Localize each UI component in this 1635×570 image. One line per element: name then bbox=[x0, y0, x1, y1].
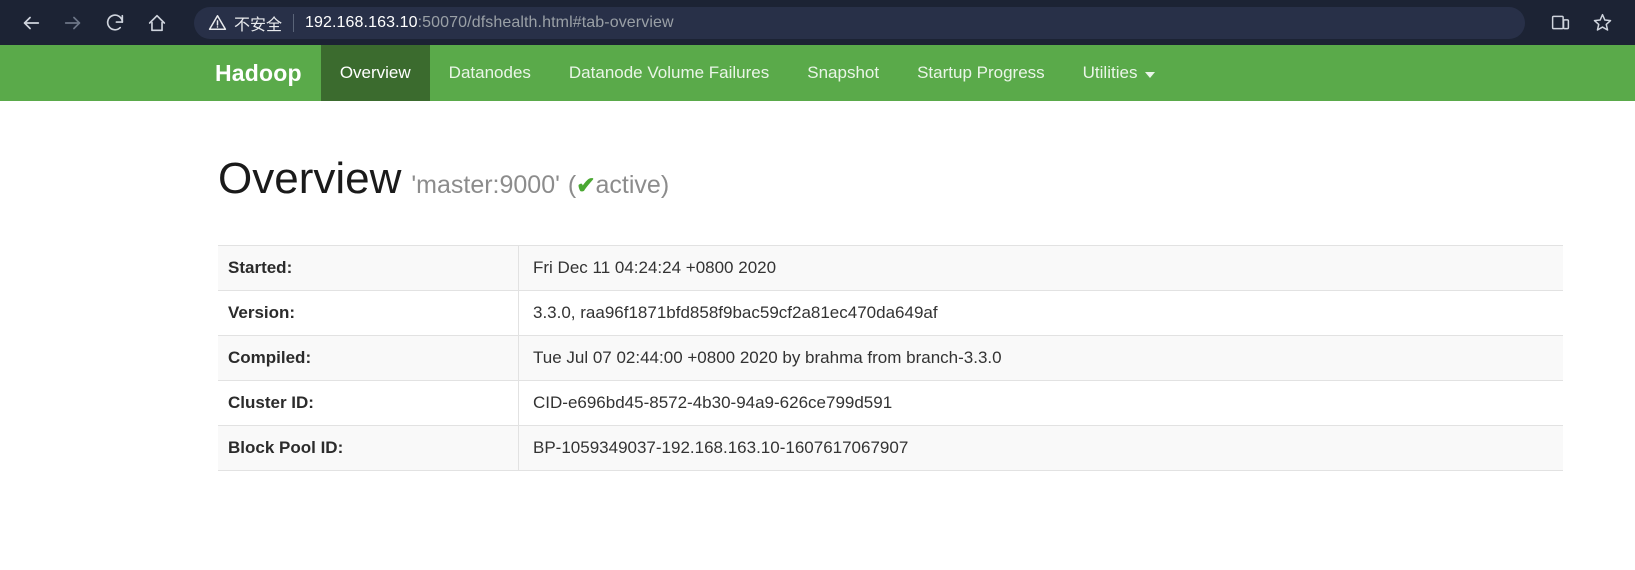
table-row: Started: Fri Dec 11 04:24:24 +0800 2020 bbox=[218, 245, 1563, 291]
page-title-text: Overview bbox=[218, 154, 402, 203]
nav-item-snapshot-label: Snapshot bbox=[807, 63, 880, 82]
ha-status-open-paren: ( bbox=[567, 171, 577, 199]
row-value-cluster-id: CID-e696bd45-8572-4b30-94a9-626ce799d591 bbox=[533, 393, 893, 413]
nav-item-datanodes[interactable]: Datanodes bbox=[430, 45, 550, 101]
table-row: Block Pool ID: BP-1059349037-192.168.163… bbox=[218, 425, 1563, 471]
reload-button[interactable] bbox=[98, 6, 132, 40]
nav-item-utilities-label: Utilities bbox=[1082, 63, 1138, 82]
nav-item-datanode-volume-failures[interactable]: Datanode Volume Failures bbox=[550, 45, 788, 101]
url-path: :50070/dfshealth.html#tab-overview bbox=[417, 13, 674, 31]
nav-item-utilities[interactable]: Utilities bbox=[1064, 45, 1175, 101]
check-icon: ✔ bbox=[576, 172, 596, 198]
url-text: 192.168.163.10:50070/dfshealth.html#tab-… bbox=[305, 14, 674, 32]
cluster-info-table: Started: Fri Dec 11 04:24:24 +0800 2020 … bbox=[218, 245, 1563, 471]
ha-status-label: active bbox=[595, 171, 661, 199]
nav-item-datanodes-label: Datanodes bbox=[448, 63, 531, 82]
row-label-compiled: Compiled: bbox=[218, 335, 519, 381]
nav-item-startup-progress[interactable]: Startup Progress bbox=[898, 45, 1064, 101]
row-value-block-pool-id: BP-1059349037-192.168.163.10-16076170679… bbox=[533, 438, 909, 458]
table-row: Version: 3.3.0, raa96f1871bfd858f9bac59c… bbox=[218, 290, 1563, 336]
page-content: Overview'master:9000' (✔active) Started: … bbox=[0, 101, 1635, 471]
not-secure-warning-icon bbox=[208, 13, 227, 32]
forward-button[interactable] bbox=[56, 6, 90, 40]
nav-item-snapshot[interactable]: Snapshot bbox=[788, 45, 898, 101]
browser-toolbar: 不安全 192.168.163.10:50070/dfshealth.html#… bbox=[0, 0, 1635, 45]
device-toolbar-icon[interactable] bbox=[1543, 6, 1577, 40]
not-secure-label: 不安全 bbox=[234, 16, 283, 34]
toolbar-right-actions bbox=[1537, 6, 1621, 40]
row-label-version: Version: bbox=[218, 290, 519, 336]
chevron-down-icon bbox=[1145, 72, 1156, 78]
ha-status-close-paren: ) bbox=[660, 171, 670, 199]
hadoop-navbar: Hadoop Overview Datanodes Datanode Volum… bbox=[0, 45, 1635, 101]
table-row: Compiled: Tue Jul 07 02:44:00 +0800 2020… bbox=[218, 335, 1563, 381]
row-label-started: Started: bbox=[218, 245, 519, 291]
home-button[interactable] bbox=[140, 6, 174, 40]
back-button[interactable] bbox=[14, 6, 48, 40]
address-bar[interactable]: 不安全 192.168.163.10:50070/dfshealth.html#… bbox=[194, 6, 1525, 39]
nav-item-overview[interactable]: Overview bbox=[320, 45, 430, 101]
nav-item-overview-label: Overview bbox=[339, 63, 411, 82]
nav-item-startup-progress-label: Startup Progress bbox=[917, 63, 1045, 82]
bookmark-star-icon[interactable] bbox=[1585, 6, 1619, 40]
row-label-cluster-id: Cluster ID: bbox=[218, 380, 519, 426]
page-title: Overview'master:9000' (✔active) bbox=[218, 154, 1635, 203]
table-row: Cluster ID: CID-e696bd45-8572-4b30-94a9-… bbox=[218, 380, 1563, 426]
nav-item-datanode-volume-failures-label: Datanode Volume Failures bbox=[568, 63, 770, 82]
row-value-version: 3.3.0, raa96f1871bfd858f9bac59cf2a81ec47… bbox=[533, 303, 938, 323]
url-host: 192.168.163.10 bbox=[305, 13, 418, 31]
row-label-block-pool-id: Block Pool ID: bbox=[218, 425, 519, 471]
brand-hadoop[interactable]: Hadoop bbox=[196, 45, 321, 101]
page-title-host: 'master:9000' bbox=[411, 171, 560, 199]
ha-status: (✔active) bbox=[568, 171, 669, 199]
row-value-compiled: Tue Jul 07 02:44:00 +0800 2020 by brahma… bbox=[533, 348, 1002, 368]
omnibox-divider bbox=[293, 13, 295, 32]
row-value-started: Fri Dec 11 04:24:24 +0800 2020 bbox=[533, 258, 777, 278]
